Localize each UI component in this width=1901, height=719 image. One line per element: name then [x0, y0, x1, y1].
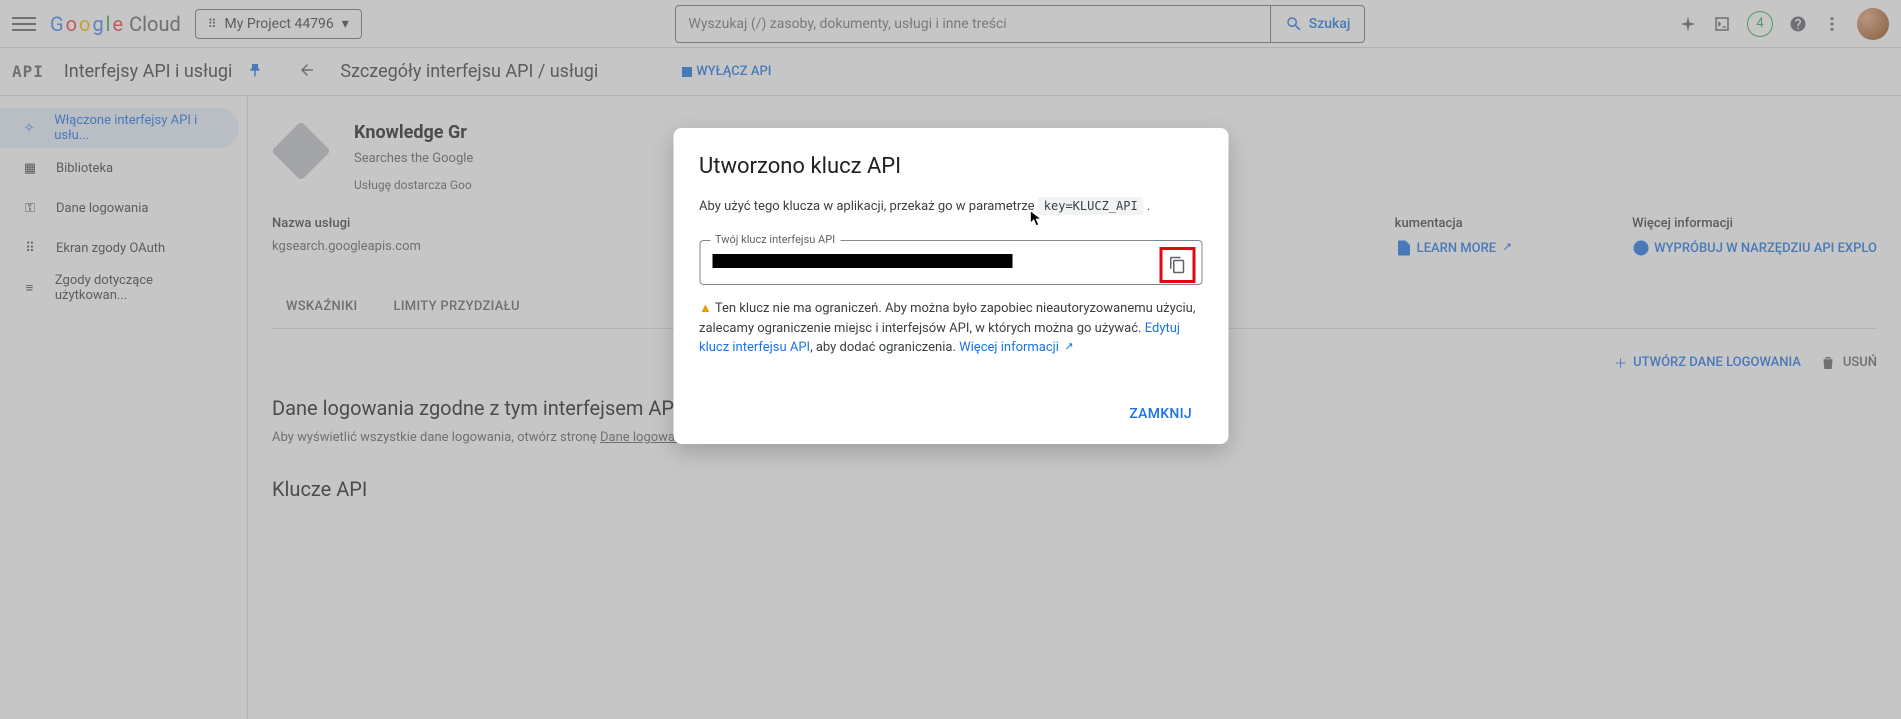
api-key-created-dialog: Utworzono klucz API Aby użyć tego klucza…: [673, 128, 1228, 444]
warning-icon: ▲: [699, 301, 712, 316]
dialog-instruction: Aby użyć tego klucza w aplikacji, przeka…: [699, 199, 1202, 214]
external-icon: [1062, 342, 1073, 353]
dialog-warning: ▲ Ten klucz nie ma ograniczeń. Aby można…: [699, 299, 1202, 358]
more-info-link[interactable]: Więcej informacji: [959, 340, 1073, 355]
dialog-title: Utworzono klucz API: [699, 154, 1202, 179]
api-key-value-redacted: [712, 254, 1012, 268]
param-code: key=KLUCZ_API: [1038, 197, 1144, 215]
close-button[interactable]: ZAMKNIJ: [1119, 398, 1202, 430]
field-label: Twój klucz interfejsu API: [710, 233, 840, 246]
copy-icon: [1168, 256, 1186, 274]
copy-key-button[interactable]: [1159, 247, 1195, 283]
api-key-field: Twój klucz interfejsu API: [699, 240, 1202, 285]
